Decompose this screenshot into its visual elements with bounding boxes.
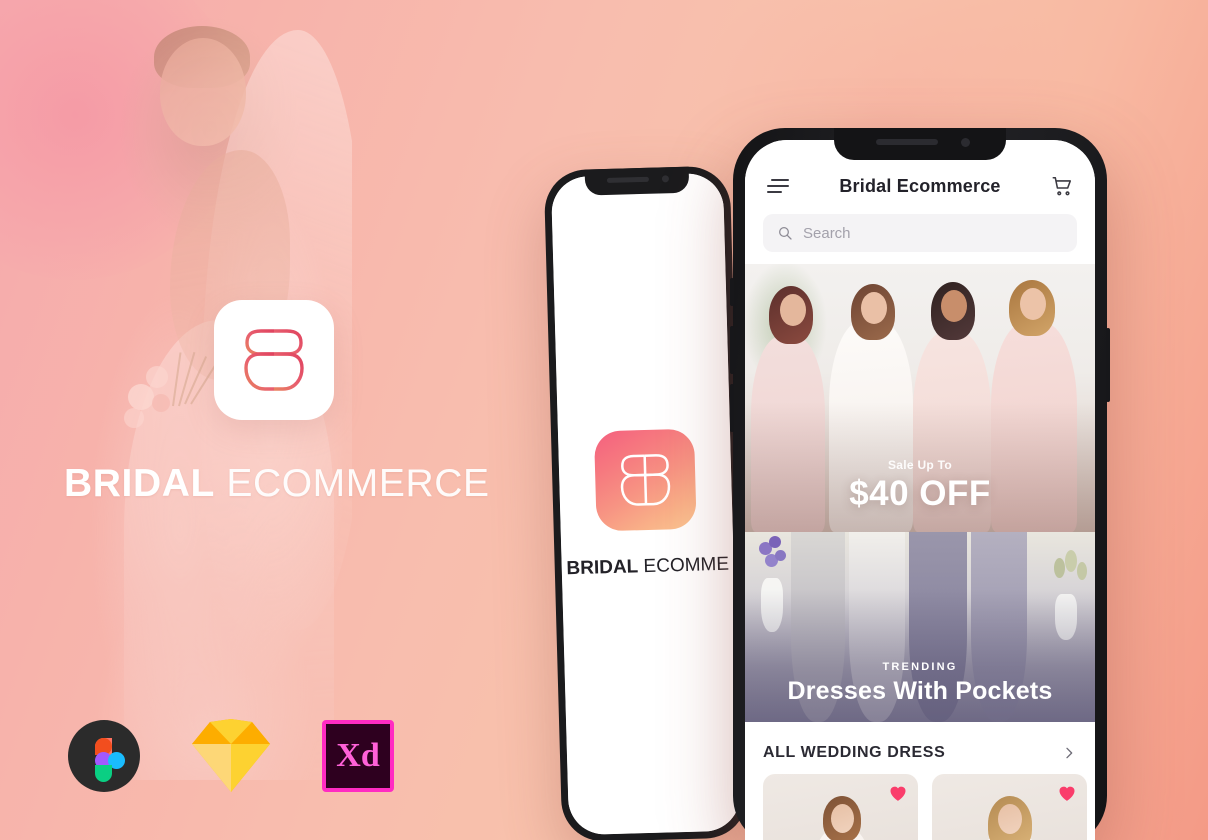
bb-monogram-icon <box>244 329 304 391</box>
bb-monogram-icon <box>620 454 671 506</box>
brand-lockup: BRIDAL ECOMMERCE <box>64 300 489 506</box>
splash-app-icon <box>593 428 697 532</box>
phone-back-screen: BRIDAL ECOMME <box>550 172 742 836</box>
chevron-right-icon[interactable] <box>1061 745 1077 761</box>
adobe-xd-icon: Xd <box>322 720 394 792</box>
search-icon <box>779 227 792 240</box>
phone-front-mute-button[interactable] <box>730 278 734 306</box>
section-title: ALL WEDDING DRESS <box>763 744 946 761</box>
phone-front-notch <box>834 128 1006 160</box>
app-icon-tile <box>214 300 334 420</box>
adobe-xd-label: Xd <box>336 737 380 774</box>
hero-title: $40 OFF <box>849 474 991 513</box>
design-tool-logos: Xd <box>68 718 394 794</box>
phone-back-splash: BRIDAL ECOMME <box>543 165 749 840</box>
brand-word-light: ECOMMERCE <box>226 462 490 505</box>
splash-screen: BRIDAL ECOMME <box>550 172 742 836</box>
page-title: Bridal Ecommerce <box>839 175 1001 196</box>
hero-banner-text: Sale Up To $40 OFF <box>745 458 1095 514</box>
table-row[interactable] <box>763 774 918 840</box>
brand-wordmark: BRIDAL ECOMMERCE <box>64 462 489 506</box>
phone-front-power-button[interactable] <box>1106 328 1110 402</box>
phone-front-volume-down-button[interactable] <box>730 384 734 432</box>
front-camera <box>661 175 670 183</box>
splash-word-bold: BRIDAL <box>566 556 639 580</box>
earpiece-speaker <box>876 139 938 145</box>
search-section: Search <box>745 204 1095 264</box>
phone-back-notch <box>584 166 690 196</box>
table-row[interactable] <box>932 774 1087 840</box>
product-card-list <box>745 774 1095 840</box>
hero-banner[interactable]: Sale Up To $40 OFF <box>745 264 1095 532</box>
front-camera <box>961 138 970 147</box>
hamburger-menu-icon[interactable] <box>767 179 789 193</box>
search-placeholder: Search <box>803 224 851 242</box>
heart-icon[interactable] <box>888 783 908 802</box>
trending-title: Dresses With Pockets <box>787 677 1053 705</box>
hero-kicker: Sale Up To <box>887 458 953 472</box>
all-wedding-dress-section-header: ALL WEDDING DRESS <box>745 722 1095 774</box>
splash-word-light: ECOMME <box>643 553 730 578</box>
trending-kicker: TRENDING <box>882 661 958 673</box>
shopping-cart-icon[interactable] <box>1051 175 1073 197</box>
heart-icon[interactable] <box>1057 783 1077 802</box>
sketch-icon <box>192 719 270 792</box>
phone-front-screen: Bridal Ecommerce Search Sale Up To $40 O… <box>745 140 1095 840</box>
figma-icon <box>68 720 140 792</box>
brand-word-bold: BRIDAL <box>64 462 215 505</box>
splash-wordmark: BRIDAL ECOMME <box>566 554 729 581</box>
phone-front-volume-up-button[interactable] <box>730 326 734 374</box>
search-input[interactable]: Search <box>763 214 1077 252</box>
bride-head <box>160 38 246 146</box>
trending-banner-text: TRENDING Dresses With Pockets <box>745 661 1095 706</box>
phone-front-app: Bridal Ecommerce Search Sale Up To $40 O… <box>730 128 1110 840</box>
trending-banner[interactable]: TRENDING Dresses With Pockets <box>745 532 1095 722</box>
app-root: Bridal Ecommerce Search Sale Up To $40 O… <box>745 140 1095 840</box>
earpiece-speaker <box>606 176 650 183</box>
